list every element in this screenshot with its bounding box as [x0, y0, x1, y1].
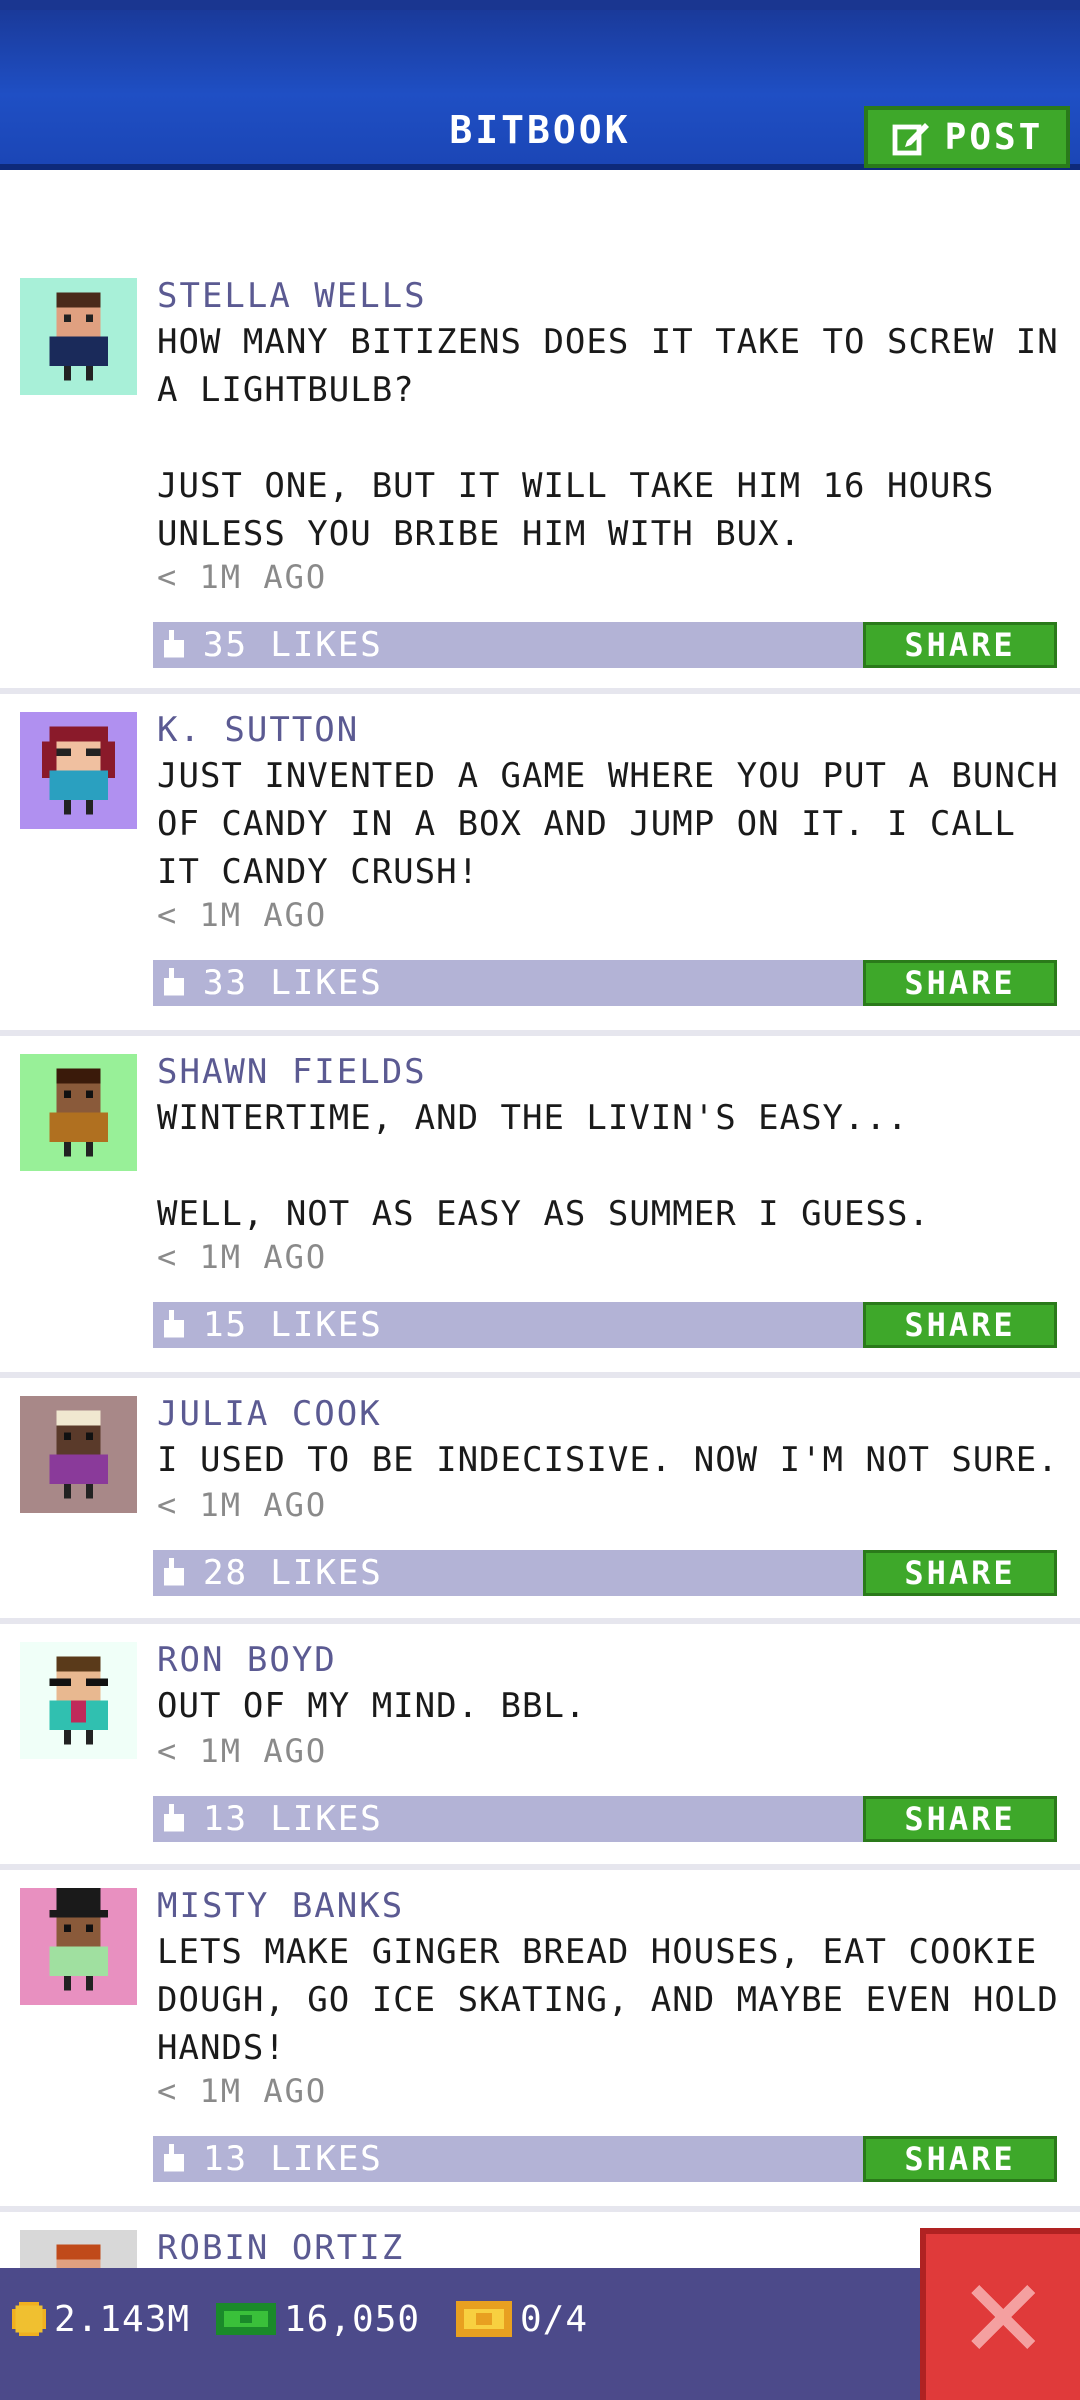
avatar[interactable] [20, 278, 137, 395]
thumbs-up-icon[interactable] [161, 630, 187, 660]
like-bar: 13 LIKES SHARE [153, 2136, 1057, 2182]
like-count: 13 LIKES [203, 2139, 383, 2179]
share-button[interactable]: SHARE [863, 2136, 1057, 2182]
share-button[interactable]: SHARE [863, 1302, 1057, 1348]
post-author[interactable]: RON BOYD [157, 1640, 337, 1680]
tickets-stat: 0/4 [456, 2296, 588, 2342]
tickets-value: 0/4 [520, 2298, 589, 2340]
post-label: POST [944, 116, 1044, 158]
post-text: OUT OF MY MIND. BBL. [157, 1686, 587, 1726]
feed-post: JULIA COOK I USED TO BE INDECISIVE. NOW … [0, 1378, 1080, 1624]
status-bar: 2.143M 16,050 0/4 [0, 2268, 1080, 2400]
post-text: HOW MANY BITIZENS DOES IT TAKE TO SCREW … [157, 322, 1059, 554]
avatar[interactable] [20, 1888, 137, 2005]
like-count: 15 LIKES [203, 1305, 383, 1345]
coins-stat: 2.143M [12, 2296, 190, 2342]
thumbs-up-icon[interactable] [161, 968, 187, 998]
post-time: < 1M AGO [157, 1732, 328, 1770]
post-author[interactable]: STELLA WELLS [157, 276, 427, 316]
post-button[interactable]: POST [864, 106, 1070, 168]
post-author[interactable]: SHAWN FIELDS [157, 1052, 427, 1092]
app-header: BITBOOK POST [0, 0, 1080, 170]
avatar[interactable] [20, 1642, 137, 1759]
post-time: < 1M AGO [157, 1238, 328, 1276]
feed-post: RON BOYD OUT OF MY MIND. BBL. < 1M AGO 1… [0, 1624, 1080, 1870]
post-author[interactable]: JULIA COOK [157, 1394, 382, 1434]
post-time: < 1M AGO [157, 2072, 328, 2110]
thumbs-up-icon[interactable] [161, 2144, 187, 2174]
thumbs-up-icon[interactable] [161, 1310, 187, 1340]
post-time: < 1M AGO [157, 558, 328, 596]
post-author[interactable]: ROBIN ORTIZ [157, 2228, 404, 2268]
like-bar: 15 LIKES SHARE [153, 1302, 1057, 1348]
post-time: < 1M AGO [157, 896, 328, 934]
avatar[interactable] [20, 1396, 137, 1513]
edit-icon [892, 123, 929, 156]
thumbs-up-icon[interactable] [161, 1804, 187, 1834]
like-bar: 35 LIKES SHARE [153, 622, 1057, 668]
close-icon [971, 2285, 1035, 2349]
feed-post: K. SUTTON JUST INVENTED A GAME WHERE YOU… [0, 694, 1080, 1036]
post-author[interactable]: MISTY BANKS [157, 1886, 404, 1926]
feed-post: MISTY BANKS LETS MAKE GINGER BREAD HOUSE… [0, 1870, 1080, 2212]
thumbs-up-icon[interactable] [161, 1558, 187, 1588]
ticket-icon [456, 2301, 512, 2337]
like-count: 28 LIKES [203, 1553, 383, 1593]
post-text: WINTERTIME, AND THE LIVIN'S EASY... WELL… [157, 1098, 930, 1234]
avatar[interactable] [20, 1054, 137, 1171]
close-button[interactable] [920, 2228, 1080, 2400]
like-count: 33 LIKES [203, 963, 383, 1003]
like-count: 13 LIKES [203, 1799, 383, 1839]
like-count: 35 LIKES [203, 625, 383, 665]
share-button[interactable]: SHARE [863, 1550, 1057, 1596]
feed-post: SHAWN FIELDS WINTERTIME, AND THE LIVIN'S… [0, 1036, 1080, 1378]
bux-value: 16,050 [284, 2298, 421, 2340]
post-author[interactable]: K. SUTTON [157, 710, 359, 750]
feed-post: STELLA WELLS HOW MANY BITIZENS DOES IT T… [0, 276, 1080, 694]
bux-icon [216, 2303, 276, 2335]
coin-icon [12, 2302, 46, 2336]
bux-stat: 16,050 [216, 2296, 420, 2342]
post-text: I USED TO BE INDECISIVE. NOW I'M NOT SUR… [157, 1440, 1059, 1480]
like-bar: 28 LIKES SHARE [153, 1550, 1057, 1596]
post-text: JUST INVENTED A GAME WHERE YOU PUT A BUN… [157, 756, 1080, 892]
share-button[interactable]: SHARE [863, 960, 1057, 1006]
like-bar: 13 LIKES SHARE [153, 1796, 1057, 1842]
like-bar: 33 LIKES SHARE [153, 960, 1057, 1006]
post-text: LETS MAKE GINGER BREAD HOUSES, EAT COOKI… [157, 1932, 1080, 2068]
coins-value: 2.143M [54, 2298, 191, 2340]
avatar[interactable] [20, 712, 137, 829]
post-time: < 1M AGO [157, 1486, 328, 1524]
share-button[interactable]: SHARE [863, 1796, 1057, 1842]
share-button[interactable]: SHARE [863, 622, 1057, 668]
